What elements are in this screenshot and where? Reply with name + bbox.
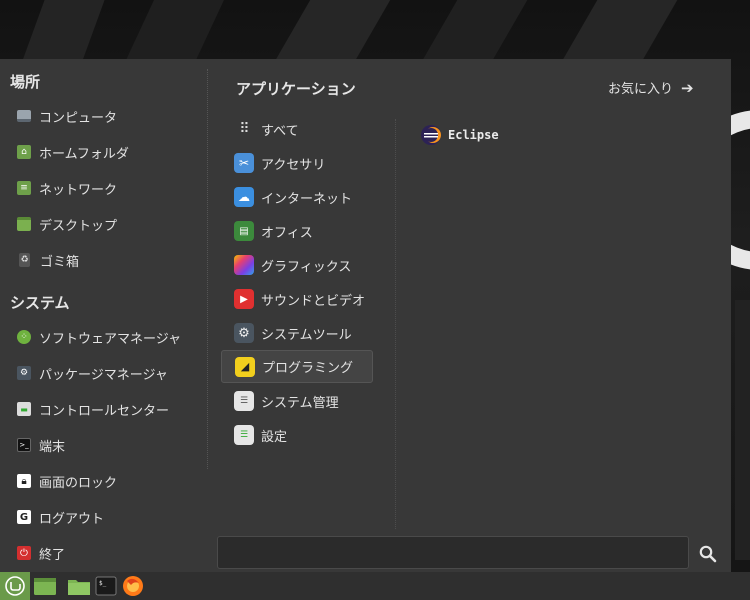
- settings-toggle-icon: ☰: [234, 425, 254, 445]
- trash-icon: ♻: [19, 253, 30, 267]
- system-label: 終了: [39, 547, 66, 563]
- category-label: システムツール: [261, 327, 352, 343]
- category-graphics[interactable]: グラフィックス: [221, 249, 373, 281]
- system-label: コントロールセンター: [39, 403, 170, 419]
- place-home-folder[interactable]: ⌂ ホームフォルダ: [10, 138, 200, 166]
- category-programming[interactable]: ◢ プログラミング: [221, 350, 373, 383]
- category-all[interactable]: ⠿ すべて: [221, 113, 373, 145]
- desktop-folder-icon: [17, 217, 31, 231]
- terminal-icon: >_: [17, 438, 31, 452]
- play-icon: ▶: [234, 289, 254, 309]
- favorites-label: お気に入り: [608, 82, 674, 97]
- system-label: ソフトウェアマネージャ: [39, 331, 182, 347]
- system-title: システム: [10, 294, 70, 312]
- logout-icon: G: [17, 510, 31, 524]
- folder-icon: [68, 580, 90, 595]
- gear-icon: ⚙: [234, 323, 254, 343]
- arrow-right-icon: ➔: [681, 78, 694, 97]
- places-title: 場所: [10, 73, 41, 91]
- category-label: アクセサリ: [261, 157, 326, 173]
- applications-title: アプリケーション: [236, 80, 356, 98]
- place-label: ゴミ箱: [40, 254, 80, 270]
- category-label: すべて: [261, 123, 299, 139]
- lock-icon: 🔒︎: [17, 474, 31, 488]
- category-label: オフィス: [261, 225, 313, 241]
- category-system-tools[interactable]: ⚙ システムツール: [221, 317, 373, 349]
- category-accessories[interactable]: ✂ アクセサリ: [221, 147, 373, 179]
- system-lock-screen[interactable]: 🔒︎ 画面のロック: [10, 467, 200, 495]
- home-folder-icon: ⌂: [17, 145, 31, 159]
- system-label: 端末: [39, 439, 66, 455]
- system-package-manager[interactable]: ⚙ パッケージマネージャ: [10, 359, 200, 387]
- folder-launcher[interactable]: [64, 572, 94, 600]
- application-menu: 場所 コンピュータ ⌂ ホームフォルダ ≡ ネットワーク デスクトップ ♻ ゴミ…: [0, 59, 731, 572]
- control-center-icon: ▬: [17, 402, 31, 416]
- place-label: ホームフォルダ: [39, 146, 129, 162]
- taskbar: $_: [0, 572, 750, 600]
- svg-text:$_: $_: [99, 580, 107, 587]
- category-settings[interactable]: ☰ 設定: [221, 419, 373, 451]
- files-launcher[interactable]: [30, 572, 60, 600]
- graphics-icon: [234, 255, 254, 275]
- search-input[interactable]: [217, 536, 689, 569]
- category-label: グラフィックス: [261, 259, 352, 275]
- admin-toggle-icon: ☰: [234, 391, 254, 411]
- place-computer[interactable]: コンピュータ: [10, 102, 200, 130]
- cloud-icon: ☁: [234, 187, 254, 207]
- power-icon: ⏻: [17, 546, 31, 560]
- system-label: ログアウト: [39, 511, 105, 527]
- category-label: サウンドとビデオ: [261, 293, 366, 309]
- programming-icon: ◢: [235, 356, 255, 377]
- category-label: システム管理: [261, 395, 339, 411]
- apps-divider: [395, 119, 396, 529]
- mint-menu-button[interactable]: [0, 572, 30, 600]
- search-icon[interactable]: [697, 543, 719, 565]
- network-folder-icon: ≡: [17, 181, 31, 195]
- place-label: デスクトップ: [39, 218, 118, 234]
- system-terminal[interactable]: >_ 端末: [10, 431, 200, 459]
- system-logout[interactable]: G ログアウト: [10, 503, 200, 531]
- files-icon: [34, 578, 56, 595]
- scissors-icon: ✂: [234, 153, 254, 173]
- software-manager-icon: ⁘: [17, 330, 31, 344]
- grid-icon: ⠿: [239, 121, 249, 137]
- place-desktop[interactable]: デスクトップ: [10, 210, 200, 238]
- favorites-button[interactable]: お気に入り ➔: [608, 78, 694, 98]
- place-trash[interactable]: ♻ ゴミ箱: [10, 246, 200, 274]
- terminal-launcher[interactable]: $_: [91, 572, 121, 600]
- firefox-icon: [123, 576, 143, 596]
- place-label: コンピュータ: [39, 110, 118, 126]
- mint-menu-icon: [5, 576, 25, 596]
- column-divider: [207, 69, 208, 469]
- category-label: インターネット: [261, 191, 353, 207]
- system-software-manager[interactable]: ⁘ ソフトウェアマネージャ: [10, 323, 200, 351]
- category-internet[interactable]: ☁ インターネット: [221, 181, 373, 213]
- category-sound-video[interactable]: ▶ サウンドとビデオ: [221, 283, 373, 315]
- category-label: プログラミング: [262, 361, 354, 376]
- system-label: パッケージマネージャ: [39, 367, 168, 383]
- app-eclipse[interactable]: Eclipse: [420, 124, 499, 146]
- office-icon: ▤: [234, 221, 254, 241]
- system-label: 画面のロック: [39, 475, 118, 491]
- app-label: Eclipse: [448, 128, 499, 142]
- place-label: ネットワーク: [39, 182, 118, 198]
- category-label: 設定: [261, 429, 288, 445]
- firefox-launcher[interactable]: [118, 572, 148, 600]
- category-office[interactable]: ▤ オフィス: [221, 215, 373, 247]
- package-manager-icon: ⚙: [17, 366, 31, 380]
- terminal-icon: $_: [95, 576, 117, 596]
- system-control-center[interactable]: ▬ コントロールセンター: [10, 395, 200, 423]
- category-administration[interactable]: ☰ システム管理: [221, 385, 373, 417]
- eclipse-icon: [421, 125, 441, 145]
- computer-icon: [17, 110, 31, 122]
- place-network[interactable]: ≡ ネットワーク: [10, 174, 200, 202]
- system-shutdown[interactable]: ⏻ 終了: [10, 539, 200, 567]
